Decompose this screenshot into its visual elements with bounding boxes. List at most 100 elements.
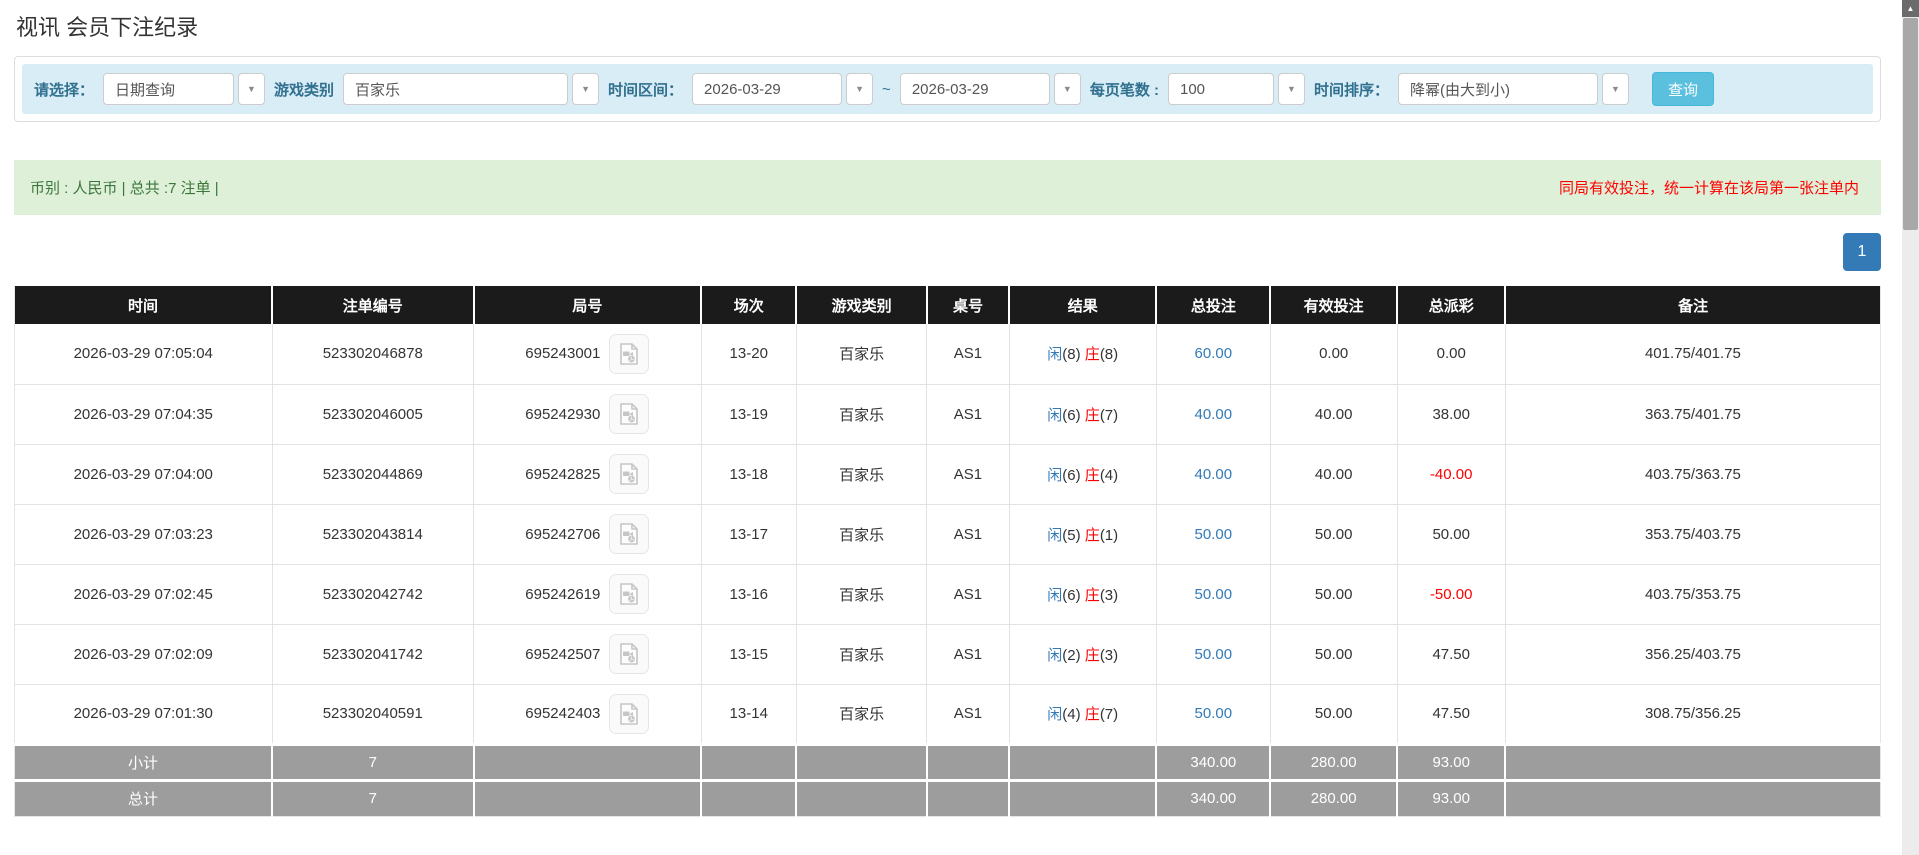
payout-value: 38.00 xyxy=(1432,405,1470,423)
video-replay-button[interactable] xyxy=(609,574,650,614)
video-replay-button[interactable] xyxy=(609,693,650,734)
pagination: 1 xyxy=(14,233,1881,271)
chevron-down-icon[interactable]: ▼ xyxy=(572,73,600,105)
cell-payout: -40.00 xyxy=(1397,444,1506,505)
total-bet-link[interactable]: 50.00 xyxy=(1195,646,1233,663)
player-result-score: (8) xyxy=(1062,346,1081,364)
video-replay-button[interactable] xyxy=(609,333,650,374)
cell-time: 2026-03-29 07:04:35 xyxy=(14,384,273,445)
chevron-down-icon[interactable]: ▼ xyxy=(1053,73,1081,105)
total-bet-link[interactable]: 50.00 xyxy=(1195,586,1233,603)
round-number: 695243001 xyxy=(525,345,601,363)
chevron-down-icon[interactable]: ▼ xyxy=(1602,73,1629,105)
cell-game-type: 百家乐 xyxy=(796,324,928,385)
cell-time: 2026-03-29 07:02:45 xyxy=(14,564,273,625)
cell-game-type: 百家乐 xyxy=(796,384,928,445)
summary-bar: 币别 : 人民币 | 总共 :7 注单 | 同局有效投注，统一计算在该局第一张注… xyxy=(14,160,1881,215)
cell-time: 2026-03-29 07:03:23 xyxy=(14,504,273,565)
player-result-score: (6) xyxy=(1062,406,1081,424)
round-number: 695242507 xyxy=(525,645,601,663)
video-replay-button[interactable] xyxy=(609,634,650,674)
cell-note: 401.75/401.75 xyxy=(1505,324,1881,385)
cell-bet-id: 523302044869 xyxy=(272,444,475,505)
betting-records-table: 时间 注单编号 局号 场次 游戏类别 桌号 结果 总投注 有效投注 总派彩 备注… xyxy=(14,286,1881,817)
cell-game-type: 百家乐 xyxy=(796,624,928,685)
cell-note: 403.75/363.75 xyxy=(1505,444,1881,505)
subtotal-valid-bet: 280.00 xyxy=(1270,742,1399,780)
page-size-value[interactable]: 100 xyxy=(1167,73,1274,105)
game-type-value[interactable]: 百家乐 xyxy=(343,73,569,105)
total-bet-link[interactable]: 60.00 xyxy=(1195,345,1233,362)
total-payout: 93.00 xyxy=(1397,778,1507,816)
cell-round: 695242706 xyxy=(473,504,702,565)
total-count: 7 xyxy=(272,778,475,816)
banker-result-label: 庄 xyxy=(1084,706,1100,723)
video-file-icon xyxy=(620,463,639,485)
cell-bet-id: 523302046005 xyxy=(272,384,475,445)
col-time: 时间 xyxy=(14,286,273,324)
time-sort-value[interactable]: 降幂(由大到小) xyxy=(1398,73,1598,105)
round-number: 695242825 xyxy=(525,465,601,483)
date-from-value[interactable]: 2026-03-29 xyxy=(692,73,843,105)
chevron-down-icon[interactable]: ▼ xyxy=(846,73,874,105)
banker-result-label: 庄 xyxy=(1084,586,1100,604)
cell-bet-id: 523302043814 xyxy=(272,504,475,565)
banker-result-score: (3) xyxy=(1099,586,1119,604)
cell-round: 695242930 xyxy=(473,384,702,445)
player-result-label: 闲 xyxy=(1047,706,1063,723)
player-result-score: (4) xyxy=(1062,706,1081,723)
scrollbar-thumb[interactable] xyxy=(1903,18,1918,230)
page-1-button[interactable]: 1 xyxy=(1843,233,1881,271)
banker-result-score: (7) xyxy=(1099,706,1119,723)
table-row: 2026-03-29 07:05:04 523302046878 6952430… xyxy=(14,324,1881,385)
cell-game-type: 百家乐 xyxy=(796,684,928,745)
cell-valid-bet: 0.00 xyxy=(1270,324,1398,385)
query-type-select[interactable]: 日期查询 ▼ xyxy=(103,73,266,105)
payout-value: 0.00 xyxy=(1436,345,1466,363)
search-button[interactable]: 查询 xyxy=(1652,72,1715,106)
video-replay-button[interactable] xyxy=(609,514,650,554)
game-type-select[interactable]: 百家乐 ▼ xyxy=(343,73,600,105)
query-type-value[interactable]: 日期查询 xyxy=(103,73,235,105)
grand-total-row: 总计 7 340.00 280.00 93.00 xyxy=(14,778,1881,816)
player-result-label: 闲 xyxy=(1047,646,1063,664)
banker-result-label: 庄 xyxy=(1084,406,1100,424)
payout-value: 47.50 xyxy=(1432,705,1470,722)
date-to-select[interactable]: 2026-03-29 ▼ xyxy=(899,73,1081,105)
video-replay-button[interactable] xyxy=(609,454,650,494)
total-bet-link[interactable]: 50.00 xyxy=(1195,705,1233,722)
cell-bet-id: 523302046878 xyxy=(272,324,475,385)
table-row: 2026-03-29 07:04:35 523302046005 6952429… xyxy=(14,384,1881,445)
cell-total-bet: 50.00 xyxy=(1156,624,1271,685)
chevron-down-icon[interactable]: ▼ xyxy=(238,73,266,105)
date-to-value[interactable]: 2026-03-29 xyxy=(899,73,1050,105)
time-sort-select[interactable]: 降幂(由大到小) ▼ xyxy=(1398,73,1629,105)
table-header: 时间 注单编号 局号 场次 游戏类别 桌号 结果 总投注 有效投注 总派彩 备注 xyxy=(14,286,1881,324)
total-valid-bet: 280.00 xyxy=(1270,778,1399,816)
filter-bar: 请选择： 日期查询 ▼ 游戏类别 百家乐 ▼ 时间区间： 2026-03-29 … xyxy=(22,64,1873,114)
date-from-select[interactable]: 2026-03-29 ▼ xyxy=(692,73,874,105)
cell-note: 353.75/403.75 xyxy=(1505,504,1881,565)
chevron-down-icon[interactable]: ▼ xyxy=(1277,73,1305,105)
page-size-select[interactable]: 100 ▼ xyxy=(1167,73,1305,105)
cell-payout: 0.00 xyxy=(1397,324,1506,385)
filter-panel: 请选择： 日期查询 ▼ 游戏类别 百家乐 ▼ 时间区间： 2026-03-29 … xyxy=(14,56,1881,122)
col-table-no: 桌号 xyxy=(926,286,1011,324)
video-file-icon xyxy=(620,523,639,545)
col-note: 备注 xyxy=(1505,286,1881,324)
table-row: 2026-03-29 07:04:00 523302044869 6952428… xyxy=(14,444,1881,505)
total-bet-link[interactable]: 40.00 xyxy=(1195,466,1233,483)
total-bet-link[interactable]: 40.00 xyxy=(1195,406,1233,423)
scroll-up-icon[interactable]: ▲ xyxy=(1902,0,1919,17)
video-file-icon xyxy=(620,643,639,665)
player-result-score: (6) xyxy=(1062,586,1081,604)
page-size-label: 每页笔数 : xyxy=(1089,81,1159,99)
cell-payout: -50.00 xyxy=(1397,564,1506,625)
total-bet-link[interactable]: 50.00 xyxy=(1195,526,1233,543)
round-number: 695242619 xyxy=(525,585,601,603)
betting-records-page: 视讯 会员下注纪录 请选择： 日期查询 ▼ 游戏类别 百家乐 ▼ 时间区间： 2… xyxy=(0,0,1919,855)
banker-result-label: 庄 xyxy=(1084,346,1100,364)
player-result-label: 闲 xyxy=(1047,466,1063,484)
vertical-scrollbar[interactable]: ▲ xyxy=(1902,0,1919,855)
video-replay-button[interactable] xyxy=(609,394,650,434)
